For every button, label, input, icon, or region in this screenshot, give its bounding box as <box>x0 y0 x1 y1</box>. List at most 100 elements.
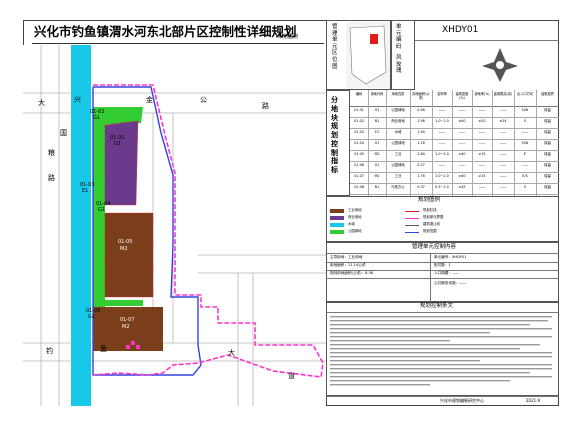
legend-body: 工业用地 规划红线 商业用地 规划单元界限 水域 建筑退让线 公园绿地 规划范围 <box>330 208 555 239</box>
indicator-cell: ≥20 <box>478 119 486 123</box>
divider <box>350 172 559 173</box>
indicator-cell: ≤40 <box>458 119 466 123</box>
indicator-cell: S <box>523 185 527 189</box>
indicator-cell: 0.5~1.0 <box>435 185 449 189</box>
indicator-cell: 2.84 <box>417 152 425 156</box>
indicator-cell: ≤24 <box>499 119 507 123</box>
indicator-header-cell: 编码 <box>355 92 363 96</box>
wind-rose-label: 风玫瑰 <box>396 55 402 75</box>
indicator-cell: —— <box>499 163 507 167</box>
legend-label: 规划范围 <box>423 229 437 233</box>
indicator-cell: 0.27 <box>417 163 425 167</box>
divider <box>492 90 493 196</box>
road-label: 大 <box>38 99 45 107</box>
clause-lines <box>330 316 552 386</box>
indicator-cell: —— <box>458 141 466 145</box>
divider <box>350 183 559 184</box>
indicator-cell: G1 <box>374 163 380 167</box>
road-label: 国 <box>60 129 67 137</box>
indicator-cell: E/S <box>522 174 528 178</box>
mgmt-text: 主导用地：工业用地 <box>330 255 363 259</box>
indicator-cell: 0.37 <box>417 185 425 189</box>
plot-sub-label: G1 <box>93 115 101 121</box>
locator-mini-map <box>346 22 390 88</box>
indicator-cell: —— <box>499 185 507 189</box>
indicator-cell: 01-05 <box>354 152 364 156</box>
plot-sub-label: G1 <box>88 314 96 320</box>
indicator-cell: 保留 <box>544 119 551 123</box>
indicator-cell: 公园绿地 <box>391 163 405 167</box>
divider <box>368 90 369 196</box>
indicator-cell: —— <box>521 163 529 167</box>
indicator-cell: G1 <box>374 141 380 145</box>
indicator-cell: 工业 <box>394 174 402 178</box>
plot-sub-label: G1 <box>114 141 122 147</box>
indicator-cell: —— <box>499 108 507 112</box>
legend-swatch <box>330 223 344 227</box>
mgmt-title: 管理单元控制内容 <box>412 244 457 250</box>
indicator-cell: —— <box>499 130 507 134</box>
indicator-cell: —— <box>499 152 507 156</box>
indicator-header-cell: 用地代码 <box>370 92 384 96</box>
divider <box>432 90 433 196</box>
legend-label: 商业用地 <box>348 215 362 219</box>
locator-map-label: 管理单元区位图 <box>332 24 338 70</box>
indicator-header-cell: 出入口方向 <box>517 92 533 96</box>
indicator-cell: 保留 <box>544 108 551 112</box>
indicator-header-cell: 建筑密度(%) <box>455 92 469 100</box>
indicator-cell: —— <box>458 163 466 167</box>
divider <box>430 253 431 302</box>
footer-org: 兴化市规划编制研究中心 <box>440 398 484 403</box>
legend-label: 规划红线 <box>423 208 437 212</box>
indicator-cell: —— <box>478 163 486 167</box>
divider <box>326 278 559 279</box>
indicator-cell: 保留 <box>544 174 551 178</box>
indicator-cell: 01-07 <box>354 174 364 178</box>
road-label: 路 <box>262 102 269 110</box>
indicator-cell: 1.78 <box>417 174 425 178</box>
indicator-cell: —— <box>521 130 529 134</box>
indicator-cell: S/W <box>521 141 529 145</box>
mgmt-text: 单元编号：XHDY01 <box>434 255 467 259</box>
indicator-cell: —— <box>458 108 466 112</box>
indicator-cell: 1.0~2.0 <box>435 152 449 156</box>
indicator-cell: —— <box>478 185 486 189</box>
road-label: 金 <box>146 96 153 104</box>
indicator-title: 分地块规划控制指标 <box>331 96 338 174</box>
divider <box>415 40 559 41</box>
divider <box>326 396 559 397</box>
indicator-cell: M2 <box>374 174 380 178</box>
road-label: 粮 <box>48 149 55 157</box>
legend-swatch <box>405 231 419 234</box>
map-subtitle: 规划图则 <box>278 34 299 40</box>
legend-label: 水域 <box>348 222 355 226</box>
indicator-cell: 行政办公 <box>391 185 405 189</box>
indicator-cell: E1 <box>374 130 380 134</box>
wind-rose-icon <box>482 48 518 82</box>
divider <box>326 253 559 254</box>
plot-label: 01-05 <box>118 239 133 245</box>
indicator-cell: —— <box>478 108 486 112</box>
unit-code-label: 单元编码 <box>396 24 402 50</box>
legend-swatch <box>405 210 419 213</box>
legend-label: 建筑退让线 <box>423 222 440 226</box>
indicator-cell: ≥15 <box>478 174 486 178</box>
map-title: 兴化市钓鱼镇渭水河东北部片区控制性详细规划 <box>34 24 297 39</box>
indicator-cell: 01-01 <box>354 108 364 112</box>
indicator-cell: —— <box>478 141 486 145</box>
divider <box>350 106 559 107</box>
clauses-text-block <box>330 316 552 386</box>
divider <box>514 90 515 196</box>
indicator-header-cell: 绿地率(%) <box>474 92 490 96</box>
indicator-cell: S/W <box>521 108 529 112</box>
planning-sheet: 兴化市钓鱼镇渭水河东北部片区控制性详细规划 规划图则 大 兴 金 公 路 国 粮… <box>0 0 586 422</box>
indicator-header-cell: 用地性质 <box>391 92 405 96</box>
mgmt-text: 街坊数：1 <box>434 263 451 267</box>
mgmt-text: 人口规模：—— <box>434 271 460 275</box>
indicator-cell: B1 <box>374 119 380 123</box>
indicator-cell: E <box>523 152 527 156</box>
road-label: 鱼 <box>100 345 107 353</box>
indicator-cell: 01-04 <box>354 141 364 145</box>
divider <box>472 90 473 196</box>
indicator-cell: B1 <box>374 185 380 189</box>
